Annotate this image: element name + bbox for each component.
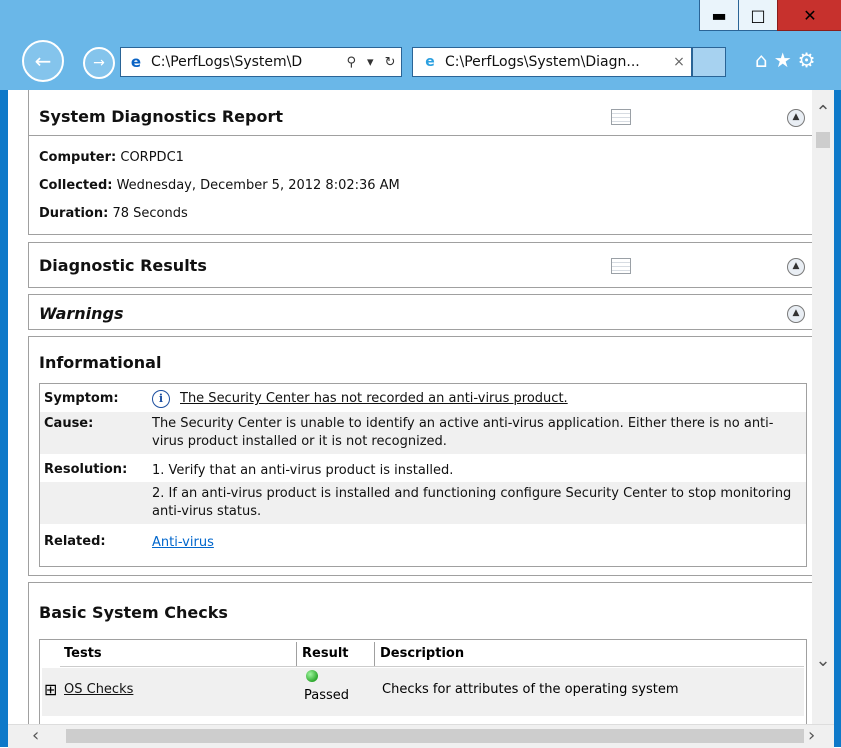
symptom-link[interactable]: The Security Center has not recorded an … (180, 391, 568, 406)
resolution-row-2: 2. If an anti-virus product is installed… (40, 482, 806, 524)
collected-label: Collected: (39, 178, 113, 193)
scroll-thumb-horizontal[interactable] (66, 729, 804, 743)
symptom-value-wrap: i The Security Center has not recorded an… (152, 390, 792, 408)
warnings-section[interactable]: Warnings ▲ (28, 294, 818, 330)
back-button[interactable]: ← (22, 40, 64, 82)
refresh-icon[interactable]: ↻ (385, 55, 396, 70)
os-checks-link[interactable]: OS Checks (64, 682, 133, 697)
info-icon: i (152, 390, 170, 408)
expand-icon[interactable]: ⊞ (44, 680, 57, 699)
symptom-row: Symptom: i The Security Center has not re… (40, 388, 806, 410)
toolbar-icons: ⌂ ★ ⚙ (755, 48, 841, 72)
collapse-icon[interactable]: ▲ (787, 258, 805, 276)
result-header: Result (302, 646, 349, 661)
collected-line: Collected: Wednesday, December 5, 2012 8… (39, 178, 400, 193)
minimize-button[interactable]: ▬ (699, 0, 739, 31)
duration-value: 78 Seconds (112, 206, 188, 221)
title-bar: ▬ □ ✕ (0, 0, 841, 34)
dropdown-icon[interactable]: ▾ (367, 55, 374, 70)
basic-checks-section: Basic System Checks Tests Result Descrip… (28, 582, 818, 724)
vertical-scrollbar[interactable]: ⌃ ⌄ (812, 90, 834, 724)
search-icon[interactable]: ⚲ (347, 55, 357, 70)
forward-button[interactable]: → (83, 47, 115, 79)
scroll-right-icon[interactable]: › (808, 725, 815, 746)
basic-checks-title: Basic System Checks (39, 603, 228, 622)
basic-checks-header: Basic System Checks (29, 583, 817, 629)
collapse-icon[interactable]: ▲ (787, 109, 805, 127)
browser-tab[interactable]: e C:\PerfLogs\System\Diagn... × (412, 47, 692, 77)
maximize-button[interactable]: □ (738, 0, 778, 31)
collapse-icon[interactable]: ▲ (787, 305, 805, 323)
computer-line: Computer: CORPDC1 (39, 150, 184, 165)
related-label: Related: (44, 534, 106, 549)
diagnostic-results-section[interactable]: Diagnostic Results ▲ (28, 242, 818, 288)
diagnostic-results-title: Diagnostic Results (39, 256, 207, 275)
favorites-star-icon[interactable]: ★ (774, 48, 792, 72)
diagnostic-results-header: Diagnostic Results ▲ (29, 243, 817, 287)
scroll-down-icon[interactable]: ⌄ (812, 650, 834, 671)
address-text[interactable]: C:\PerfLogs\System\D (151, 54, 341, 70)
resolution-step-1: 1. Verify that an anti-virus product is … (152, 463, 454, 478)
description-value: Checks for attributes of the operating s… (382, 682, 679, 697)
gear-icon[interactable]: ⚙ (798, 48, 816, 72)
scroll-up-icon[interactable]: ⌃ (812, 102, 834, 123)
navigation-bar: ← → e C:\PerfLogs\System\D ⚲ ▾ ↻ e C:\Pe… (0, 34, 841, 86)
computer-label: Computer: (39, 150, 117, 165)
table-view-icon[interactable] (611, 109, 631, 125)
symptom-label: Symptom: (44, 391, 119, 406)
report-section: System Diagnostics Report ▲ Computer: CO… (28, 90, 818, 235)
report-header[interactable]: System Diagnostics Report ▲ (29, 90, 817, 136)
resolution-row: Resolution: 1. Verify that an anti-virus… (40, 458, 806, 480)
resolution-step-2: 2. If an anti-virus product is installed… (152, 486, 792, 519)
close-button[interactable]: ✕ (777, 0, 841, 31)
horizontal-scrollbar[interactable]: ‹ › (8, 724, 834, 748)
cause-row: Cause: The Security Center is unable to … (40, 412, 806, 454)
related-row: Related: Anti-virus (40, 530, 806, 552)
back-arrow-icon: ← (34, 49, 52, 73)
description-header: Description (380, 646, 465, 661)
scroll-thumb[interactable] (816, 132, 830, 148)
report-title: System Diagnostics Report (39, 107, 284, 126)
checks-header-row: Tests Result Description (60, 642, 804, 667)
browser-window: ▬ □ ✕ ← → e C:\PerfLogs\System\D ⚲ ▾ ↻ e… (0, 0, 841, 748)
informational-section: Informational Symptom: i The Security Cen… (28, 336, 818, 576)
warnings-header: Warnings ▲ (29, 295, 817, 329)
duration-label: Duration: (39, 206, 109, 221)
window-frame-bottom (0, 723, 8, 747)
related-link[interactable]: Anti-virus (152, 534, 792, 552)
address-bar[interactable]: e C:\PerfLogs\System\D ⚲ ▾ ↻ (120, 47, 402, 77)
header-divider-1 (296, 642, 297, 666)
informational-table: Symptom: i The Security Center has not re… (39, 383, 807, 567)
checks-row[interactable]: ⊞ OS Checks Passed Checks for attributes… (42, 668, 804, 716)
result-value: Passed (304, 688, 350, 703)
computer-value: CORPDC1 (120, 150, 184, 165)
scroll-left-icon[interactable]: ‹ (32, 725, 39, 746)
tests-header: Tests (64, 646, 102, 661)
cause-label: Cause: (44, 416, 94, 431)
table-view-icon[interactable] (611, 258, 631, 274)
cause-value: The Security Center is unable to identif… (152, 416, 774, 449)
forward-arrow-icon: → (93, 55, 105, 71)
address-controls: ⚲ ▾ ↻ (341, 55, 401, 70)
resolution-label: Resolution: (44, 462, 128, 477)
pass-status-icon (306, 670, 318, 682)
checks-table: Tests Result Description ⊞ OS Checks Pas… (39, 639, 807, 724)
informational-header: Informational (29, 337, 817, 377)
ie-icon: e (425, 54, 435, 70)
warnings-title: Warnings (39, 304, 124, 323)
page-content[interactable]: System Diagnostics Report ▲ Computer: CO… (8, 90, 834, 724)
new-tab-button[interactable] (692, 47, 726, 77)
tab-title: C:\PerfLogs\System\Diagn... (445, 54, 640, 70)
tab-close-icon[interactable]: × (667, 54, 691, 70)
collected-value: Wednesday, December 5, 2012 8:02:36 AM (116, 178, 400, 193)
page-icon: e (130, 53, 142, 71)
duration-line: Duration: 78 Seconds (39, 206, 188, 221)
header-divider-2 (374, 642, 375, 666)
informational-title: Informational (39, 353, 162, 372)
home-icon[interactable]: ⌂ (755, 48, 768, 72)
